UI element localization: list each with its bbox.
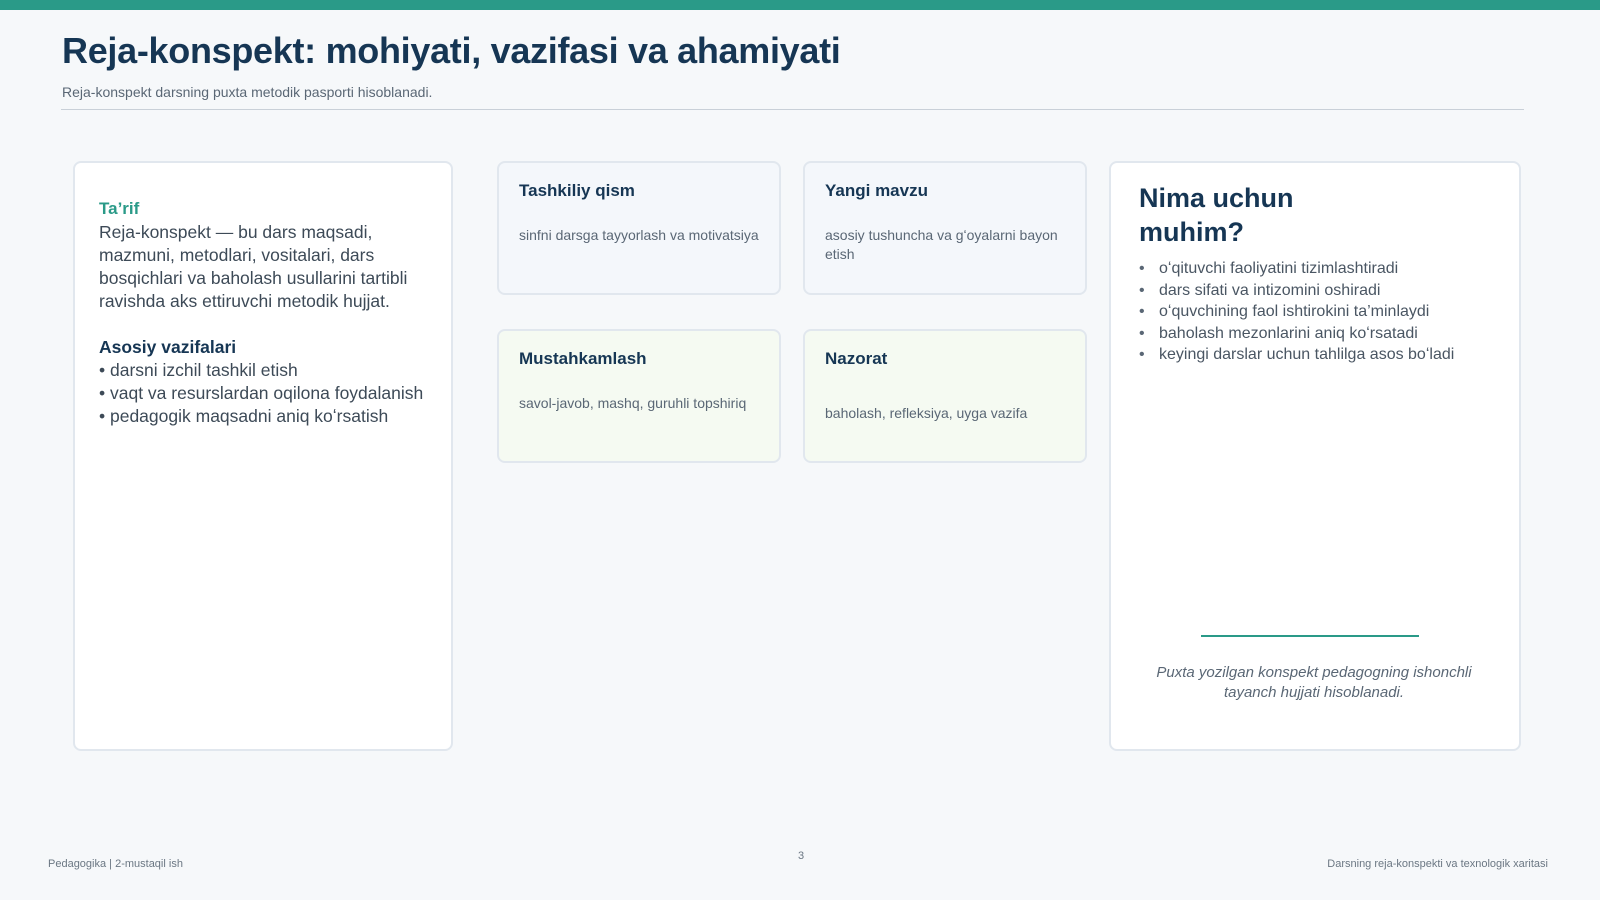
step-card-assessment: Nazorat baholash, refleksiya, uyga vazif… — [803, 329, 1087, 463]
definition-heading: Ta’rif — [99, 199, 140, 218]
step-text: asosiy tushuncha va gʻoyalarni bayon eti… — [825, 227, 1058, 262]
header-divider — [61, 109, 1524, 110]
quote-divider — [1201, 635, 1419, 637]
step-text: baholash, refleksiya, uyga vazifa — [825, 405, 1028, 421]
slide-title: Reja-konspekt: mohiyati, vazifasi va aha… — [62, 30, 841, 71]
importance-list-item: oʻqituvchi faoliyatini tizimlashtiradi — [1139, 258, 1499, 280]
importance-list: oʻqituvchi faoliyatini tizimlashtiradi d… — [1139, 258, 1495, 366]
step-title: Tashkiliy qism — [519, 181, 635, 200]
step-card-new-topic: Yangi mavzu asosiy tushuncha va gʻoyalar… — [803, 161, 1087, 295]
functions-list-item: • pedagogik maqsadni aniq koʻrsatish — [99, 406, 389, 426]
slide-subtitle: Reja-konspekt darsning puxta metodik pas… — [62, 84, 433, 100]
importance-list-item: oʻquvchining faol ishtirokini ta’minlayd… — [1139, 301, 1499, 323]
importance-card: Nima uchun muhim? oʻqituvchi faoliyatini… — [1109, 161, 1521, 751]
footer-course-label: Pedagogika | 2-mustaqil ish — [48, 858, 183, 870]
definition-text: Reja-konspekt — bu dars maqsadi, mazmuni… — [99, 222, 408, 311]
step-title: Yangi mavzu — [825, 181, 928, 200]
top-accent-bar — [0, 0, 1600, 10]
page-number: 3 — [798, 850, 805, 862]
footer-topic-label: Darsning reja-konspekti va texnologik xa… — [1327, 858, 1548, 870]
functions-list-item: • vaqt va resurslardan oqilona foydalani… — [99, 383, 424, 403]
importance-list-item: keyingi darslar uchun tahlilga asos boʻl… — [1139, 344, 1499, 366]
importance-list-item: dars sifati va intizomini oshiradi — [1139, 280, 1499, 302]
step-title: Mustahkamlash — [519, 349, 647, 368]
step-card-reinforcement: Mustahkamlash savol-javob, mashq, guruhl… — [497, 329, 781, 463]
importance-heading: Nima uchun muhim? — [1139, 183, 1294, 247]
functions-list-item: • darsni izchil tashkil etish — [99, 360, 298, 380]
definition-card: Ta’rif Reja-konspekt — bu dars maqsadi, … — [73, 161, 453, 751]
importance-quote: Puxta yozilgan konspekt pedagogning isho… — [1156, 664, 1472, 701]
step-title: Nazorat — [825, 349, 888, 368]
functions-list: • darsni izchil tashkil etish • vaqt va … — [99, 359, 427, 428]
step-text: sinfni darsga tayyorlash va motivatsiya — [519, 227, 759, 243]
importance-list-item: baholash mezonlarini aniq koʻrsatadi — [1139, 323, 1499, 345]
step-text: savol-javob, mashq, guruhli topshiriq — [519, 395, 747, 411]
functions-heading: Asosiy vazifalari — [99, 337, 237, 357]
step-card-organizational: Tashkiliy qism sinfni darsga tayyorlash … — [497, 161, 781, 295]
